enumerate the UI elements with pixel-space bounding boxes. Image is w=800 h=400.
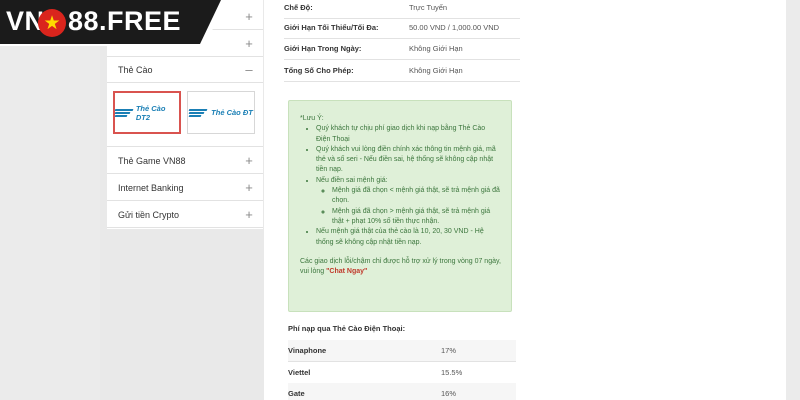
notice-list: Quý khách tự chịu phí giao dịch khi nạp … (300, 124, 501, 248)
fee-carrier: Vinaphone (288, 346, 327, 355)
info-key: Chế Độ: (284, 3, 313, 12)
fee-value: 16% (441, 389, 457, 398)
fee-carrier: Viettel (288, 368, 311, 377)
fee-value: 17% (441, 346, 457, 355)
sidebar-item-label: Thẻ Game VN88 (118, 155, 186, 166)
fee-value: 15.5% (441, 368, 463, 377)
plus-icon[interactable]: + (235, 207, 263, 222)
fee-table-title: Phí nạp qua Thẻ Cào Điện Thoại: (288, 324, 406, 333)
info-key: Giới Hạn Tối Thiểu/Tối Đa: (284, 23, 379, 32)
notice-footer: Các giao dịch lỗi/chậm chỉ được hỗ trợ x… (300, 257, 501, 278)
info-key: Tổng Số Cho Phép: (284, 66, 354, 75)
info-value: Không Giới Hạn (409, 66, 463, 75)
info-value: Trực Tuyến (409, 3, 448, 12)
info-row-limits: Giới Hạn Tối Thiểu/Tối Đa: 50.00 VND / 1… (284, 17, 520, 39)
sidebar-item-label: Internet Banking (118, 182, 184, 193)
plus-icon[interactable]: + (235, 180, 263, 195)
plus-icon[interactable]: + (235, 9, 263, 24)
card-option-dt[interactable]: Thẻ Cào ĐT (187, 91, 255, 134)
info-value: Không Giới Hạn (409, 44, 463, 53)
star-icon: ★ (38, 9, 66, 37)
card-options: Thẻ Cào DT2 Thẻ Cào ĐT (107, 83, 263, 147)
info-key: Giới Hạn Trong Ngày: (284, 44, 362, 53)
logo-text-right: 88.FREE (68, 6, 182, 36)
sidebar-item-internet-banking[interactable]: Internet Banking + (107, 175, 263, 201)
notice-heading: *Lưu Ý: (300, 115, 324, 122)
card-stripes-icon (114, 108, 134, 118)
fee-row-viettel: Viettel 15.5% (288, 362, 516, 384)
chat-now-link[interactable]: "Chat Ngay" (326, 268, 367, 275)
card-option-dt2[interactable]: Thẻ Cào DT2 (113, 91, 181, 134)
deposit-details-panel: Chế Độ: Trực Tuyến Giới Hạn Tối Thiểu/Tố… (264, 0, 786, 400)
sidebar-item-label: Gửi tiền Crypto (118, 209, 180, 220)
notice-subitem: Mệnh giá đã chọn < mệnh giá thật, sẽ trả… (332, 186, 501, 207)
card-option-label: Thẻ Cào ĐT (211, 108, 253, 117)
fee-row-vinaphone: Vinaphone 17% (288, 340, 516, 362)
notice-item: Quý khách tự chịu phí giao dịch khi nạp … (316, 124, 501, 145)
sidebar-item-crypto[interactable]: Gửi tiền Crypto + (107, 202, 263, 228)
notice-box: *Lưu Ý: Quý khách tự chịu phí giao dịch … (288, 100, 512, 312)
sidebar-item-the-game[interactable]: Thẻ Game VN88 + (107, 148, 263, 174)
sidebar-item-label: Thẻ Cào (118, 64, 153, 75)
notice-item-text: Nếu điền sai mệnh giá: (316, 176, 388, 184)
info-value: 50.00 VND / 1,000.00 VND (409, 23, 500, 32)
brand-logo: VN ★ 88.FREE (0, 0, 226, 46)
notice-subitem: Mệnh giá đã chọn > mệnh giá thật, sẽ trả… (332, 207, 501, 228)
fee-carrier: Gate (288, 389, 305, 398)
sidebar-item-the-cao[interactable]: Thẻ Cào – (107, 57, 263, 83)
page-background-left (0, 0, 100, 400)
card-stripes-icon (188, 108, 209, 118)
card-logo: Thẻ Cào ĐT (188, 108, 253, 118)
plus-icon[interactable]: + (235, 153, 263, 168)
notice-item: Quý khách vui lòng điền chính xác thông … (316, 145, 501, 176)
star-glyph: ★ (43, 12, 61, 34)
card-option-label: Thẻ Cào DT2 (135, 103, 166, 122)
info-row-daily-limit: Giới Hạn Trong Ngày: Không Giới Hạn (284, 38, 520, 60)
notice-item: Nếu mệnh giá thật của thẻ cào là 10, 20,… (316, 227, 501, 248)
fee-row-gate: Gate 16% (288, 383, 516, 400)
minus-icon[interactable]: – (235, 62, 263, 77)
info-row-total-allowed: Tổng Số Cho Phép: Không Giới Hạn (284, 60, 520, 82)
card-logo: Thẻ Cào DT2 (114, 103, 179, 122)
notice-sublist: Mệnh giá đã chọn < mệnh giá thật, sẽ trả… (316, 186, 501, 227)
plus-icon[interactable]: + (235, 36, 263, 51)
scrollbar-track[interactable] (786, 0, 800, 400)
notice-item: Nếu điền sai mệnh giá: Mệnh giá đã chọn … (316, 176, 501, 227)
